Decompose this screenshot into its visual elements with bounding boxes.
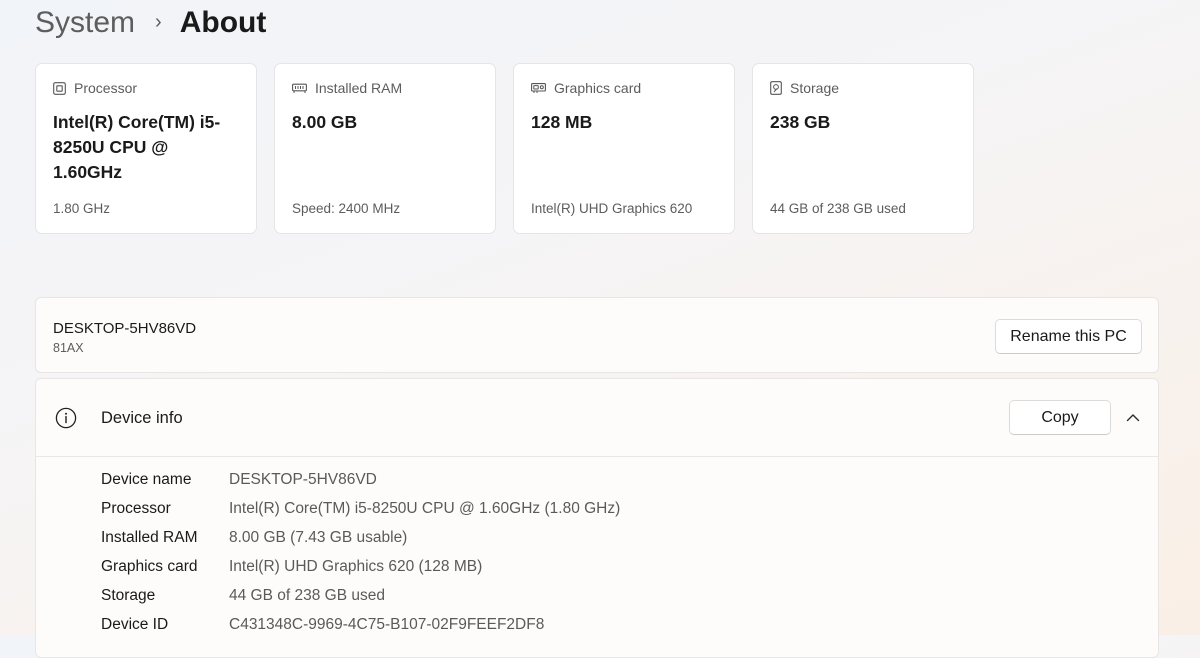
spec-card-subtext: Intel(R) UHD Graphics 620 [531, 201, 693, 216]
collapse-toggle[interactable] [1121, 405, 1145, 429]
page-title: About [179, 6, 267, 39]
spec-card-subtext: Speed: 2400 MHz [292, 201, 401, 216]
storage-icon [770, 81, 782, 95]
spec-card-header: Processor [53, 80, 238, 96]
spec-card-header: Installed RAM [292, 80, 477, 96]
device-info-list: Device name DESKTOP-5HV86VD Processor In… [101, 465, 620, 639]
processor-icon [53, 81, 66, 95]
row-label: Device ID [101, 615, 169, 633]
device-info-header[interactable]: Device info Copy [36, 379, 1158, 457]
row-label: Storage [101, 586, 156, 604]
row-value: Intel(R) Core(TM) i5-8250U CPU @ 1.60GHz… [229, 499, 621, 517]
pc-name: DESKTOP-5HV86VD [53, 320, 197, 337]
row-value: DESKTOP-5HV86VD [229, 470, 377, 488]
spec-card-installed-ram: Installed RAM 8.00 GB Speed: 2400 MHz [274, 63, 496, 234]
pc-name-card: DESKTOP-5HV86VD 81AX Rename this PC [35, 297, 1159, 373]
spec-card-subtext: 1.80 GHz [53, 201, 111, 216]
row-value: C431348C-9969-4C75-B107-02F9FEEF2DF8 [229, 615, 545, 633]
device-info-row: Device name DESKTOP-5HV86VD [101, 465, 620, 494]
ram-icon [292, 83, 307, 93]
rename-pc-button[interactable]: Rename this PC [995, 319, 1142, 354]
breadcrumb: System › About [35, 2, 266, 44]
row-label: Graphics card [101, 557, 198, 575]
pc-model: 81AX [53, 341, 84, 355]
device-info-row: Processor Intel(R) Core(TM) i5-8250U CPU… [101, 494, 620, 523]
spec-card-storage: Storage 238 GB 44 GB of 238 GB used [752, 63, 974, 234]
spec-card-value: Intel(R) Core(TM) i5-8250U CPU @ 1.60GHz [53, 112, 221, 182]
row-value: 8.00 GB (7.43 GB usable) [229, 528, 408, 546]
spec-card-title: Installed RAM [315, 80, 403, 96]
spec-card-header: Graphics card [531, 80, 716, 96]
spec-card-value: 8.00 GB [292, 112, 358, 132]
row-value: Intel(R) UHD Graphics 620 (128 MB) [229, 557, 483, 575]
chevron-up-icon [1126, 413, 1140, 421]
row-value: 44 GB of 238 GB used [229, 586, 385, 604]
spec-card-value: 128 MB [531, 112, 593, 132]
copy-button[interactable]: Copy [1009, 400, 1111, 435]
spec-card-title: Processor [74, 80, 138, 96]
device-info-title: Device info [101, 409, 183, 427]
spec-card-value: 238 GB [770, 112, 831, 132]
device-info-row: Graphics card Intel(R) UHD Graphics 620 … [101, 552, 620, 581]
info-icon [55, 407, 77, 429]
spec-card-processor: Processor Intel(R) Core(TM) i5-8250U CPU… [35, 63, 257, 234]
spec-card-title: Graphics card [554, 80, 642, 96]
device-info-row: Installed RAM 8.00 GB (7.43 GB usable) [101, 523, 620, 552]
row-label: Processor [101, 499, 171, 517]
graphics-card-icon [531, 83, 546, 93]
spec-card-header: Storage [770, 80, 955, 96]
breadcrumb-separator: › [155, 10, 162, 33]
row-label: Device name [101, 470, 192, 488]
breadcrumb-system[interactable]: System [35, 6, 135, 40]
row-label: Installed RAM [101, 528, 198, 546]
spec-card-subtext: 44 GB of 238 GB used [770, 201, 906, 216]
device-info-row: Storage 44 GB of 238 GB used [101, 581, 620, 610]
spec-card-title: Storage [790, 80, 840, 96]
device-info-section: Device info Copy Device name DESKTOP-5HV… [35, 378, 1159, 658]
spec-card-graphics-card: Graphics card 128 MB Intel(R) UHD Graphi… [513, 63, 735, 234]
